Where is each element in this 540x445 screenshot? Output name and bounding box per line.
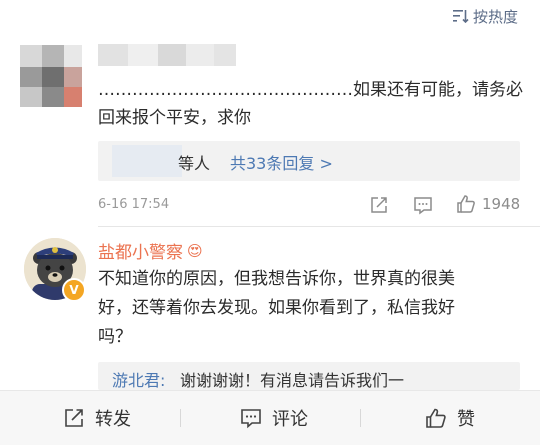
replies-preview[interactable]: 等人 共33条回复 >	[98, 141, 520, 181]
sort-icon	[452, 10, 469, 23]
comment-text-line: 吗？	[98, 327, 132, 347]
share-icon[interactable]	[369, 195, 389, 215]
comment-icon[interactable]	[413, 195, 433, 215]
comment-text-line: 不知道你的原因，但我想告诉你，世界真的很美	[98, 269, 455, 289]
emoji-badge: 😍	[187, 241, 203, 260]
username-redacted[interactable]	[98, 44, 236, 66]
comment-button[interactable]: 评论	[240, 391, 308, 445]
bar-divider	[360, 409, 361, 427]
verified-badge: V	[62, 278, 86, 302]
reply-preview[interactable]: 游北君: 谢谢谢谢！有消息请告诉我们一	[98, 362, 520, 390]
comment-text-line: ………………………………………如果还有可能，请务必	[98, 80, 523, 100]
replies-from-text: 等人	[178, 154, 211, 173]
bar-divider	[180, 409, 181, 427]
repost-label: 转发	[95, 409, 131, 430]
reply-text: 谢谢谢谢！有消息请告诉我们一	[180, 371, 405, 390]
repost-icon	[65, 409, 83, 427]
like-label: 赞	[457, 409, 475, 430]
thumbs-up-icon	[457, 195, 475, 213]
comment-text-line: 回来报个平安，求你	[98, 108, 251, 128]
redacted-name	[112, 145, 182, 177]
replies-count-link[interactable]: 共33条回复 >	[230, 150, 333, 174]
avatar[interactable]	[20, 45, 82, 107]
comment-divider	[98, 226, 540, 227]
thumbs-up-icon	[426, 408, 446, 428]
sort-label: 按热度	[472, 7, 518, 26]
comment-text-line: 好，还等着你去发现。如果你看到了，私信我好	[98, 298, 455, 318]
comment-timestamp: 6-16 17:54	[98, 197, 170, 212]
username-text: 盐都小警察	[98, 243, 183, 263]
username[interactable]: 盐都小警察 😍	[98, 238, 203, 264]
comment-label: 评论	[272, 409, 308, 430]
sort-by-hot-button[interactable]: 按热度	[452, 6, 518, 26]
repost-button[interactable]: 转发	[63, 391, 131, 445]
comment-icon	[241, 409, 261, 429]
like-count: 1948	[482, 195, 521, 213]
bottom-action-bar: 转发 评论 赞	[0, 390, 540, 445]
like-button[interactable]: 1948	[456, 194, 520, 214]
reply-author[interactable]: 游北君:	[112, 367, 165, 391]
like-bottom-button[interactable]: 赞	[425, 391, 475, 445]
